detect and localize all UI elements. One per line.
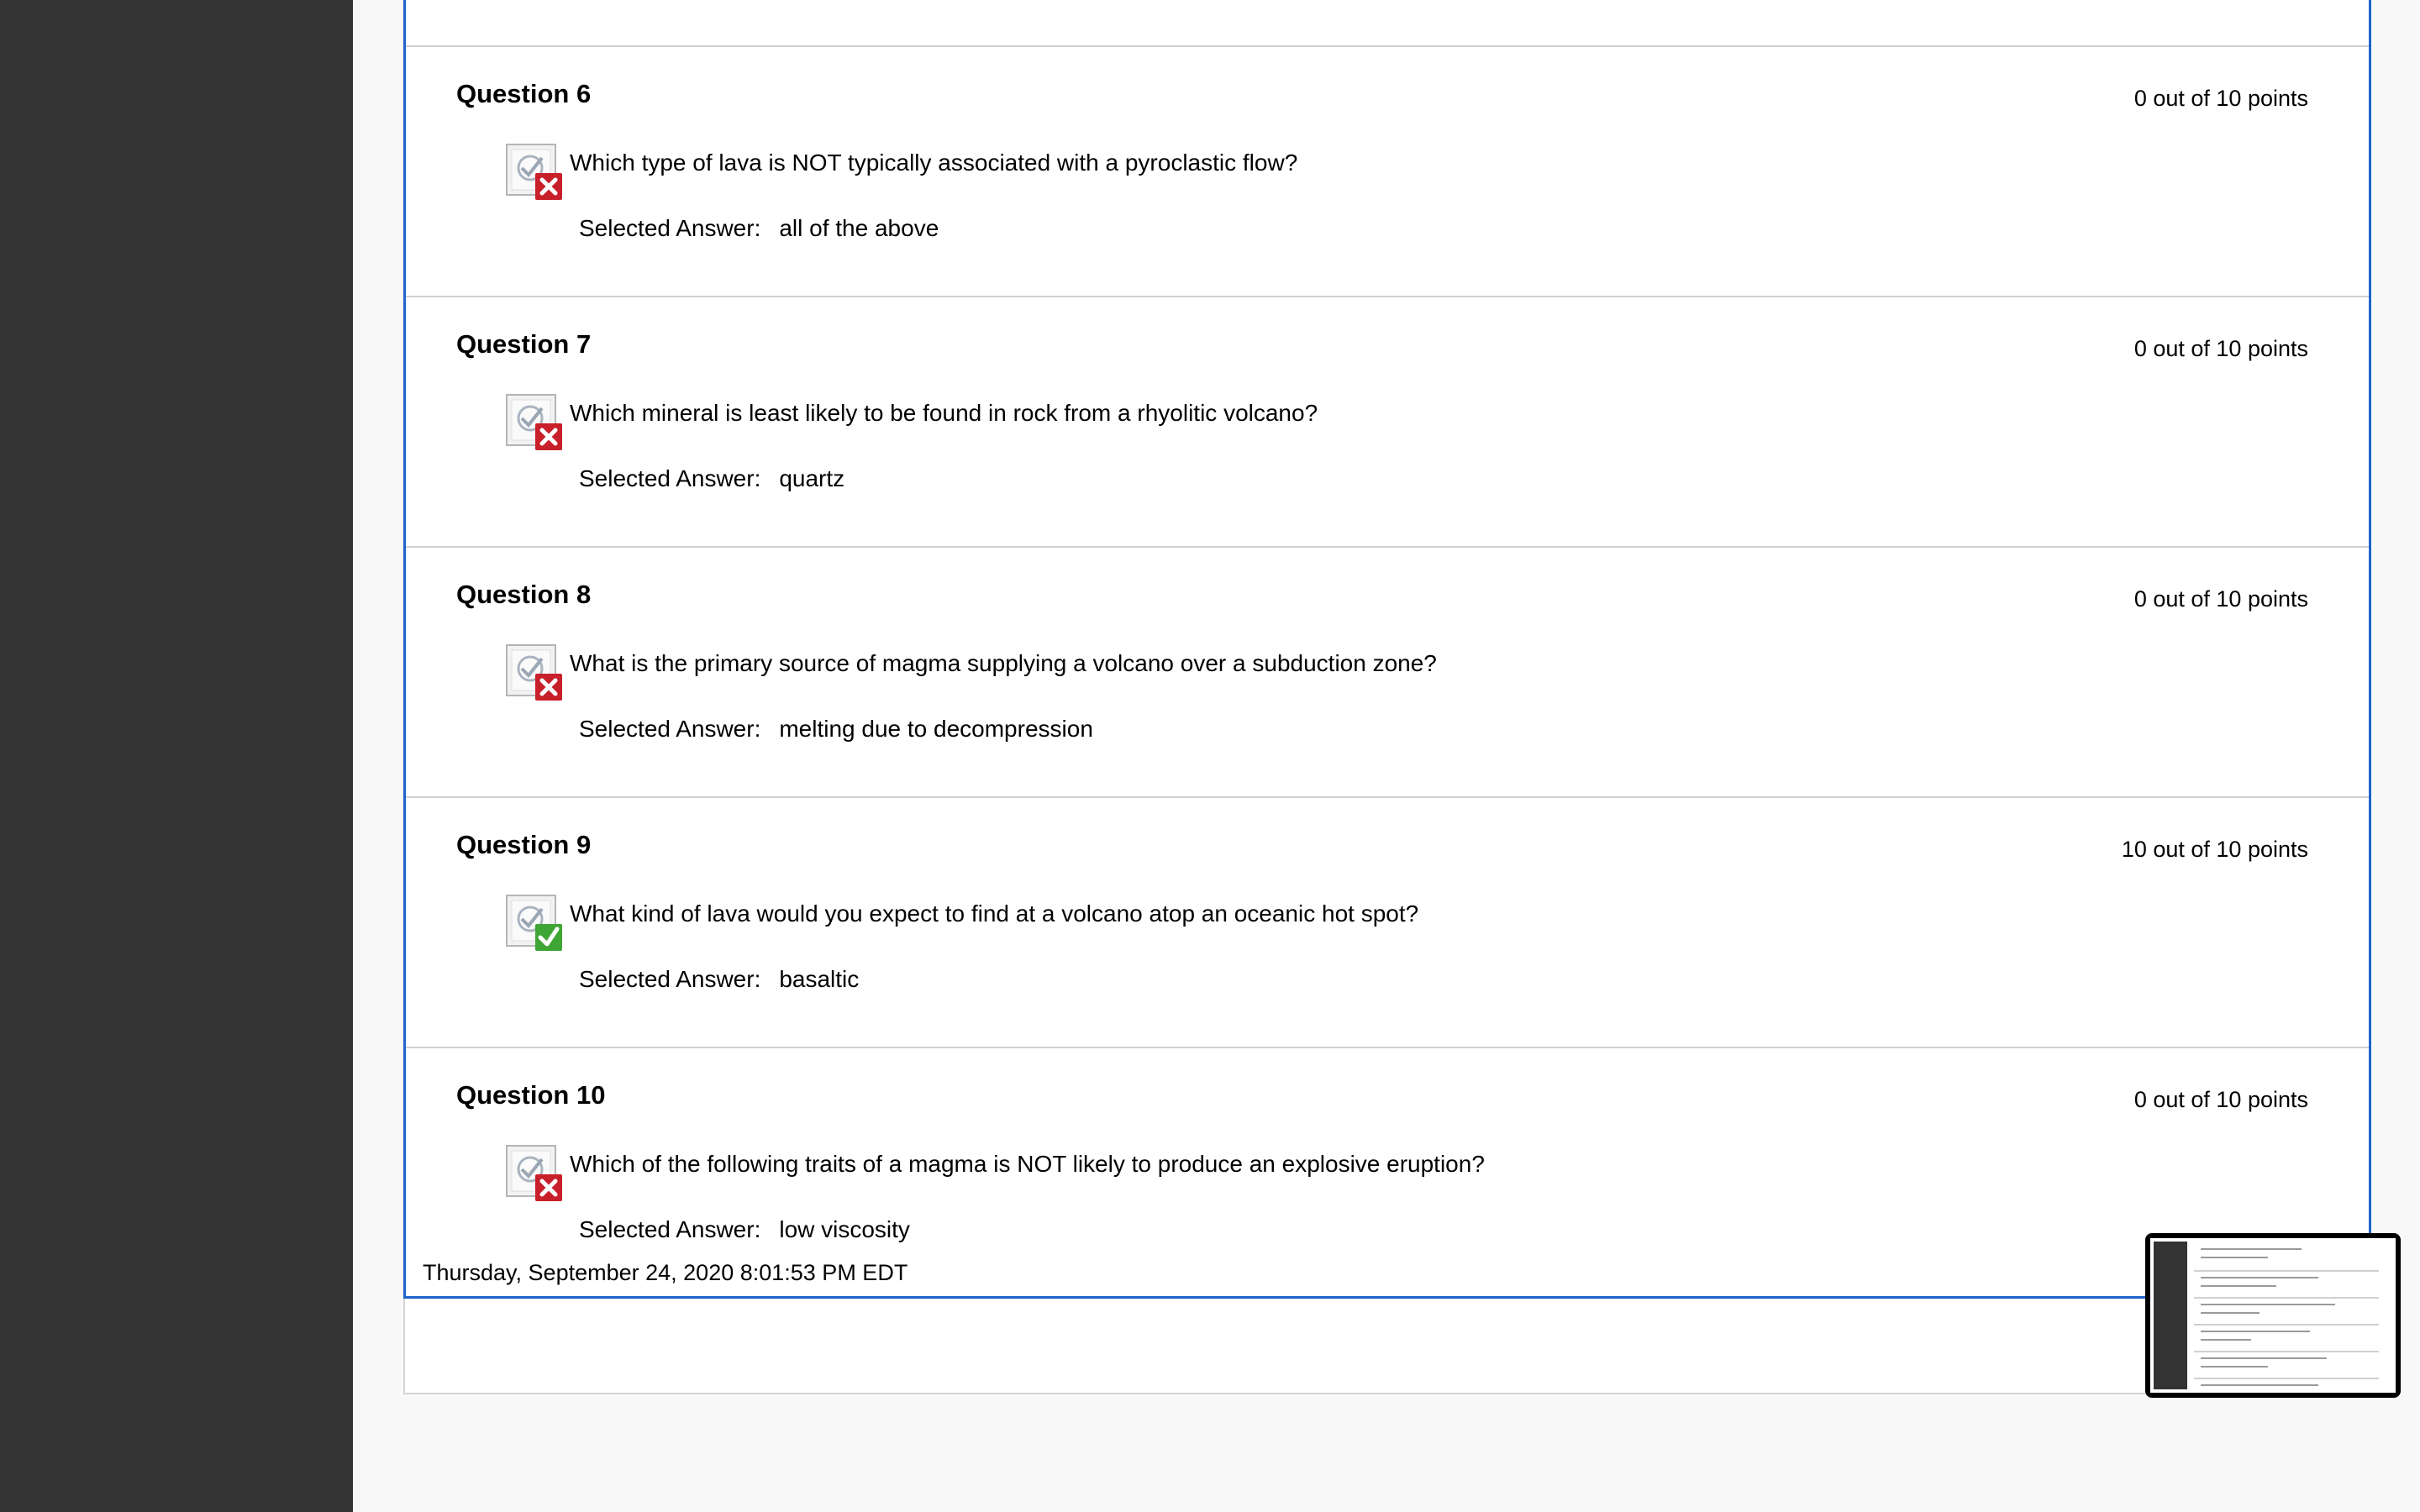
selected-answer-label: Selected Answer:	[579, 215, 761, 241]
selected-answer-value: melting due to decompression	[779, 716, 1093, 742]
thumbnail-sidebar	[2154, 1242, 2187, 1389]
question-title: Question 10	[456, 1080, 606, 1110]
question-item: Question 8 0 out of 10 points What is th…	[406, 546, 2369, 798]
selected-answer-label: Selected Answer:	[579, 716, 761, 742]
thumbnail-line	[2194, 1351, 2379, 1352]
thumbnail-line	[2201, 1384, 2318, 1386]
selected-answer-value: basaltic	[779, 966, 860, 992]
correct-icon	[506, 895, 562, 951]
incorrect-icon	[506, 1145, 562, 1201]
incorrect-icon	[506, 644, 562, 701]
question-item: Question 9 10 out of 10 points What kind…	[406, 796, 2369, 1048]
thumbnail-line	[2194, 1378, 2379, 1379]
thumbnail-line	[2201, 1304, 2335, 1305]
selected-answer-label: Selected Answer:	[579, 465, 761, 491]
question-points: 0 out of 10 points	[2133, 86, 2308, 111]
question-points: 10 out of 10 points	[2121, 837, 2308, 862]
thumbnail-line	[2201, 1285, 2276, 1287]
question-title: Question 6	[456, 79, 592, 108]
question-text: What kind of lava would you expect to fi…	[570, 900, 1419, 927]
question-points: 0 out of 10 points	[2133, 336, 2308, 361]
question-text: Which of the following traits of a magma…	[570, 1151, 1485, 1177]
thumbnail-image	[2150, 1238, 2396, 1393]
previous-question-fragment	[406, 0, 2369, 47]
submission-timestamp: Thursday, September 24, 2020 8:01:53 PM …	[423, 1260, 908, 1285]
selected-answer-value: all of the above	[779, 215, 939, 241]
selected-answer: Selected Answer: low viscosity	[579, 1216, 910, 1243]
selected-answer: Selected Answer: melting due to decompres…	[579, 716, 1093, 743]
question-item: Question 7 0 out of 10 points Which mine…	[406, 296, 2369, 548]
selected-answer-label: Selected Answer:	[579, 966, 761, 992]
question-text: What is the primary source of magma supp…	[570, 650, 1437, 676]
selected-answer: Selected Answer: all of the above	[579, 215, 939, 242]
thumbnail-line	[2201, 1277, 2318, 1278]
left-sidebar	[0, 0, 353, 1512]
thumbnail-line	[2201, 1357, 2327, 1359]
thumbnail-line	[2194, 1297, 2379, 1299]
thumbnail-line	[2201, 1312, 2260, 1314]
thumbnail-line	[2201, 1331, 2310, 1332]
thumbnail-line	[2201, 1366, 2268, 1368]
screenshot-preview-thumbnail[interactable]	[2145, 1233, 2401, 1398]
incorrect-icon	[506, 144, 562, 200]
incorrect-icon	[506, 394, 562, 450]
thumbnail-line	[2194, 1270, 2379, 1272]
selected-answer-value: low viscosity	[779, 1216, 910, 1242]
question-title: Question 7	[456, 329, 592, 359]
thumbnail-line	[2194, 1324, 2379, 1326]
question-text: Which type of lava is NOT typically asso…	[570, 150, 1298, 176]
thumbnail-line	[2201, 1339, 2251, 1341]
question-points: 0 out of 10 points	[2133, 1087, 2308, 1112]
question-points: 0 out of 10 points	[2133, 586, 2308, 612]
question-title: Question 9	[456, 830, 592, 859]
thumbnail-line	[2201, 1257, 2268, 1258]
thumbnail-line	[2201, 1248, 2302, 1250]
question-item: Question 6 0 out of 10 points Which type…	[406, 45, 2369, 297]
question-text: Which mineral is least likely to be foun…	[570, 400, 1318, 426]
selected-answer: Selected Answer: quartz	[579, 465, 844, 492]
selected-answer-value: quartz	[779, 465, 845, 491]
selected-answer: Selected Answer: basaltic	[579, 966, 859, 993]
test-results-box: Question 6 0 out of 10 points Which type…	[403, 0, 2371, 1299]
selected-answer-label: Selected Answer:	[579, 1216, 761, 1242]
question-title: Question 8	[456, 580, 592, 609]
